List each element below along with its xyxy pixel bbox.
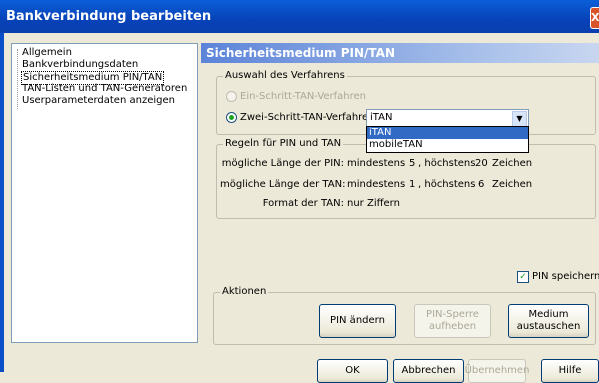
aktionen-legend: Aktionen [220,286,269,297]
tree-item-userparameterdaten[interactable]: Userparameterdaten anzeigen [22,95,175,107]
pin-sperre-aufheben-button[interactable]: PIN-Sperre aufheben [414,304,491,338]
uebernehmen-button[interactable]: Übernehmen [465,359,529,383]
pin-min-label: mindestens [347,158,406,169]
radio-selected-dot [229,115,234,120]
pin-max-value: 20 [475,158,488,169]
pin-length-label: mögliche Länge der PIN: [221,158,344,169]
one-step-radio[interactable] [226,91,237,102]
verfahren-legend: Auswahl des Verfahrens [223,70,347,81]
pin-speichern-label: PIN speichern [532,271,599,282]
tan-unit: Zeichen [492,179,533,190]
pin-speichern-checkbox[interactable]: ✓ [517,271,529,283]
medium-label-line1: Medium [528,309,569,320]
pin-unit: Zeichen [492,158,533,169]
pin-sperre-label-line1: PIN-Sperre [426,309,479,320]
tan-length-label: mögliche Länge der TAN: [220,179,346,190]
panel-header: Sicherheitsmedium PIN/TAN [201,43,599,63]
panel-title: Sicherheitsmedium PIN/TAN [206,46,395,60]
ok-button[interactable]: OK [317,359,388,383]
two-step-radio[interactable] [226,112,237,123]
window-border [0,33,4,372]
one-step-label: Ein-Schritt-TAN-Verfahren [240,91,367,102]
uebernehmen-label: Übernehmen [464,365,530,376]
tree-item-bankverbindungsdaten[interactable]: Bankverbindungsdaten [22,59,138,71]
regeln-legend: Regeln für PIN und TAN [223,138,344,149]
tan-verfahren-select[interactable]: iTAN ▼ [366,109,529,127]
tree-item-allgemein[interactable]: Allgemein [22,47,72,59]
tan-verfahren-dropdown: iTAN mobileTAN [366,126,529,153]
abbrechen-label: Abbrechen [401,365,456,376]
check-icon: ✓ [519,272,527,282]
dropdown-option-itan[interactable]: iTAN [367,127,528,139]
pin-min-value: 5 [409,158,416,169]
hilfe-button[interactable]: Hilfe [541,359,599,383]
pin-sperre-label-line2: aufheben [428,321,477,332]
navigation-tree: Allgemein Bankverbindungsdaten Sicherhei… [11,43,198,343]
tan-min-label: mindestens [347,179,406,190]
tree-connector-line [17,49,19,109]
hilfe-label: Hilfe [558,365,582,376]
ok-label: OK [345,365,360,376]
chevron-down-icon[interactable]: ▼ [512,111,527,127]
tan-max-value: 6 [478,179,485,190]
tan-max-label: , höchstens [418,179,476,190]
pin-max-label: , höchstens [418,158,476,169]
tan-verfahren-value: iTAN [370,112,393,123]
close-icon: X [591,11,599,24]
title-bar: Bankverbindung bearbeiten X [0,0,599,33]
pin-aendern-button[interactable]: PIN ändern [319,304,396,338]
tan-format-value: nur Ziffern [347,198,400,209]
dropdown-option-mobiletan[interactable]: mobileTAN [367,139,528,151]
pin-aendern-label: PIN ändern [330,315,385,326]
medium-austauschen-button[interactable]: Medium austauschen [508,304,589,338]
tan-format-label: Format der TAN: [262,198,344,209]
close-button[interactable]: X [590,7,599,29]
two-step-label: Zwei-Schritt-TAN-Verfahren [240,112,375,123]
abbrechen-button[interactable]: Abbrechen [393,359,464,383]
tan-min-value: 1 [409,179,416,190]
tree-item-tan-listen[interactable]: TAN-Listen und TAN-Generatoren [22,83,187,95]
window-title: Bankverbindung bearbeiten [6,9,212,24]
medium-label-line2: austauschen [516,321,581,332]
